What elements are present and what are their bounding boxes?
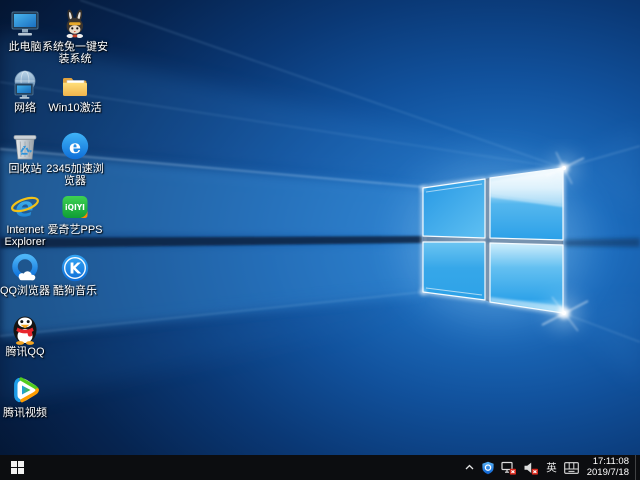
desktop-icon-tencent-qq[interactable]: 腾讯QQ xyxy=(0,313,59,358)
taskbar: 英 17:11:08 2019/7/18 xyxy=(0,455,640,480)
desktop-icon-label: 腾讯QQ xyxy=(0,346,59,358)
kugou-icon: K xyxy=(41,252,109,284)
desktop-icon-label: 腾讯视频 xyxy=(0,407,59,419)
windows-logo-icon xyxy=(11,461,24,474)
desktop-icon-label: Win10激活 xyxy=(41,102,109,114)
tray-volume[interactable] xyxy=(520,455,542,480)
iqiyi-icon: iQIYI xyxy=(41,191,109,223)
tray-touch-keyboard[interactable] xyxy=(561,455,582,480)
system-tray: 英 17:11:08 2019/7/18 xyxy=(461,455,640,480)
svg-text:iQIYI: iQIYI xyxy=(65,203,85,212)
desktop-icon-label: 爱奇艺PPS xyxy=(41,224,109,236)
desktop-icon-2345-browser[interactable]: e 2345加速浏览器 xyxy=(41,130,109,187)
start-button[interactable] xyxy=(0,455,34,480)
2345-browser-icon: e xyxy=(41,130,109,162)
network-disconnected-icon xyxy=(501,461,517,475)
desktop-icon-win10-activation[interactable]: Win10激活 xyxy=(41,69,109,114)
desktop-icon-tencent-video[interactable]: 腾讯视频 xyxy=(0,374,59,419)
tray-network-status[interactable] xyxy=(498,455,520,480)
security-shield-icon xyxy=(481,461,495,475)
qq-penguin-icon xyxy=(0,313,59,345)
desktop-icon-system-rabbit-installer[interactable]: 系统兔一键安装系统 xyxy=(41,8,109,65)
show-hidden-icons-button[interactable] xyxy=(461,455,478,480)
clock-time: 17:11:08 xyxy=(587,457,629,468)
volume-muted-icon xyxy=(523,461,539,475)
rabbit-mascot-icon xyxy=(41,8,109,40)
folder-icon xyxy=(41,69,109,101)
ime-language-indicator[interactable]: 英 xyxy=(542,455,561,480)
keyboard-icon xyxy=(564,462,579,474)
desktop-icon-label: 2345加速浏览器 xyxy=(41,163,109,187)
chevron-up-icon xyxy=(464,462,475,473)
desktop-icon-iqiyi-pps[interactable]: iQIYI 爱奇艺PPS xyxy=(41,191,109,236)
svg-text:e: e xyxy=(69,136,81,158)
clock-date: 2019/7/18 xyxy=(587,468,629,479)
show-desktop-button[interactable] xyxy=(635,455,640,480)
desktop-icon-label: 系统兔一键安装系统 xyxy=(41,41,109,65)
tray-security-shield[interactable] xyxy=(478,455,498,480)
desktop-icon-label: 酷狗音乐 xyxy=(41,285,109,297)
tencent-video-icon xyxy=(0,374,59,406)
windows-desktop[interactable]: 此电脑 系统兔一键安装系统 xyxy=(0,0,640,480)
taskbar-clock[interactable]: 17:11:08 2019/7/18 xyxy=(582,457,635,478)
svg-text:K: K xyxy=(69,260,82,278)
desktop-icon-kugou-music[interactable]: K 酷狗音乐 xyxy=(41,252,109,297)
